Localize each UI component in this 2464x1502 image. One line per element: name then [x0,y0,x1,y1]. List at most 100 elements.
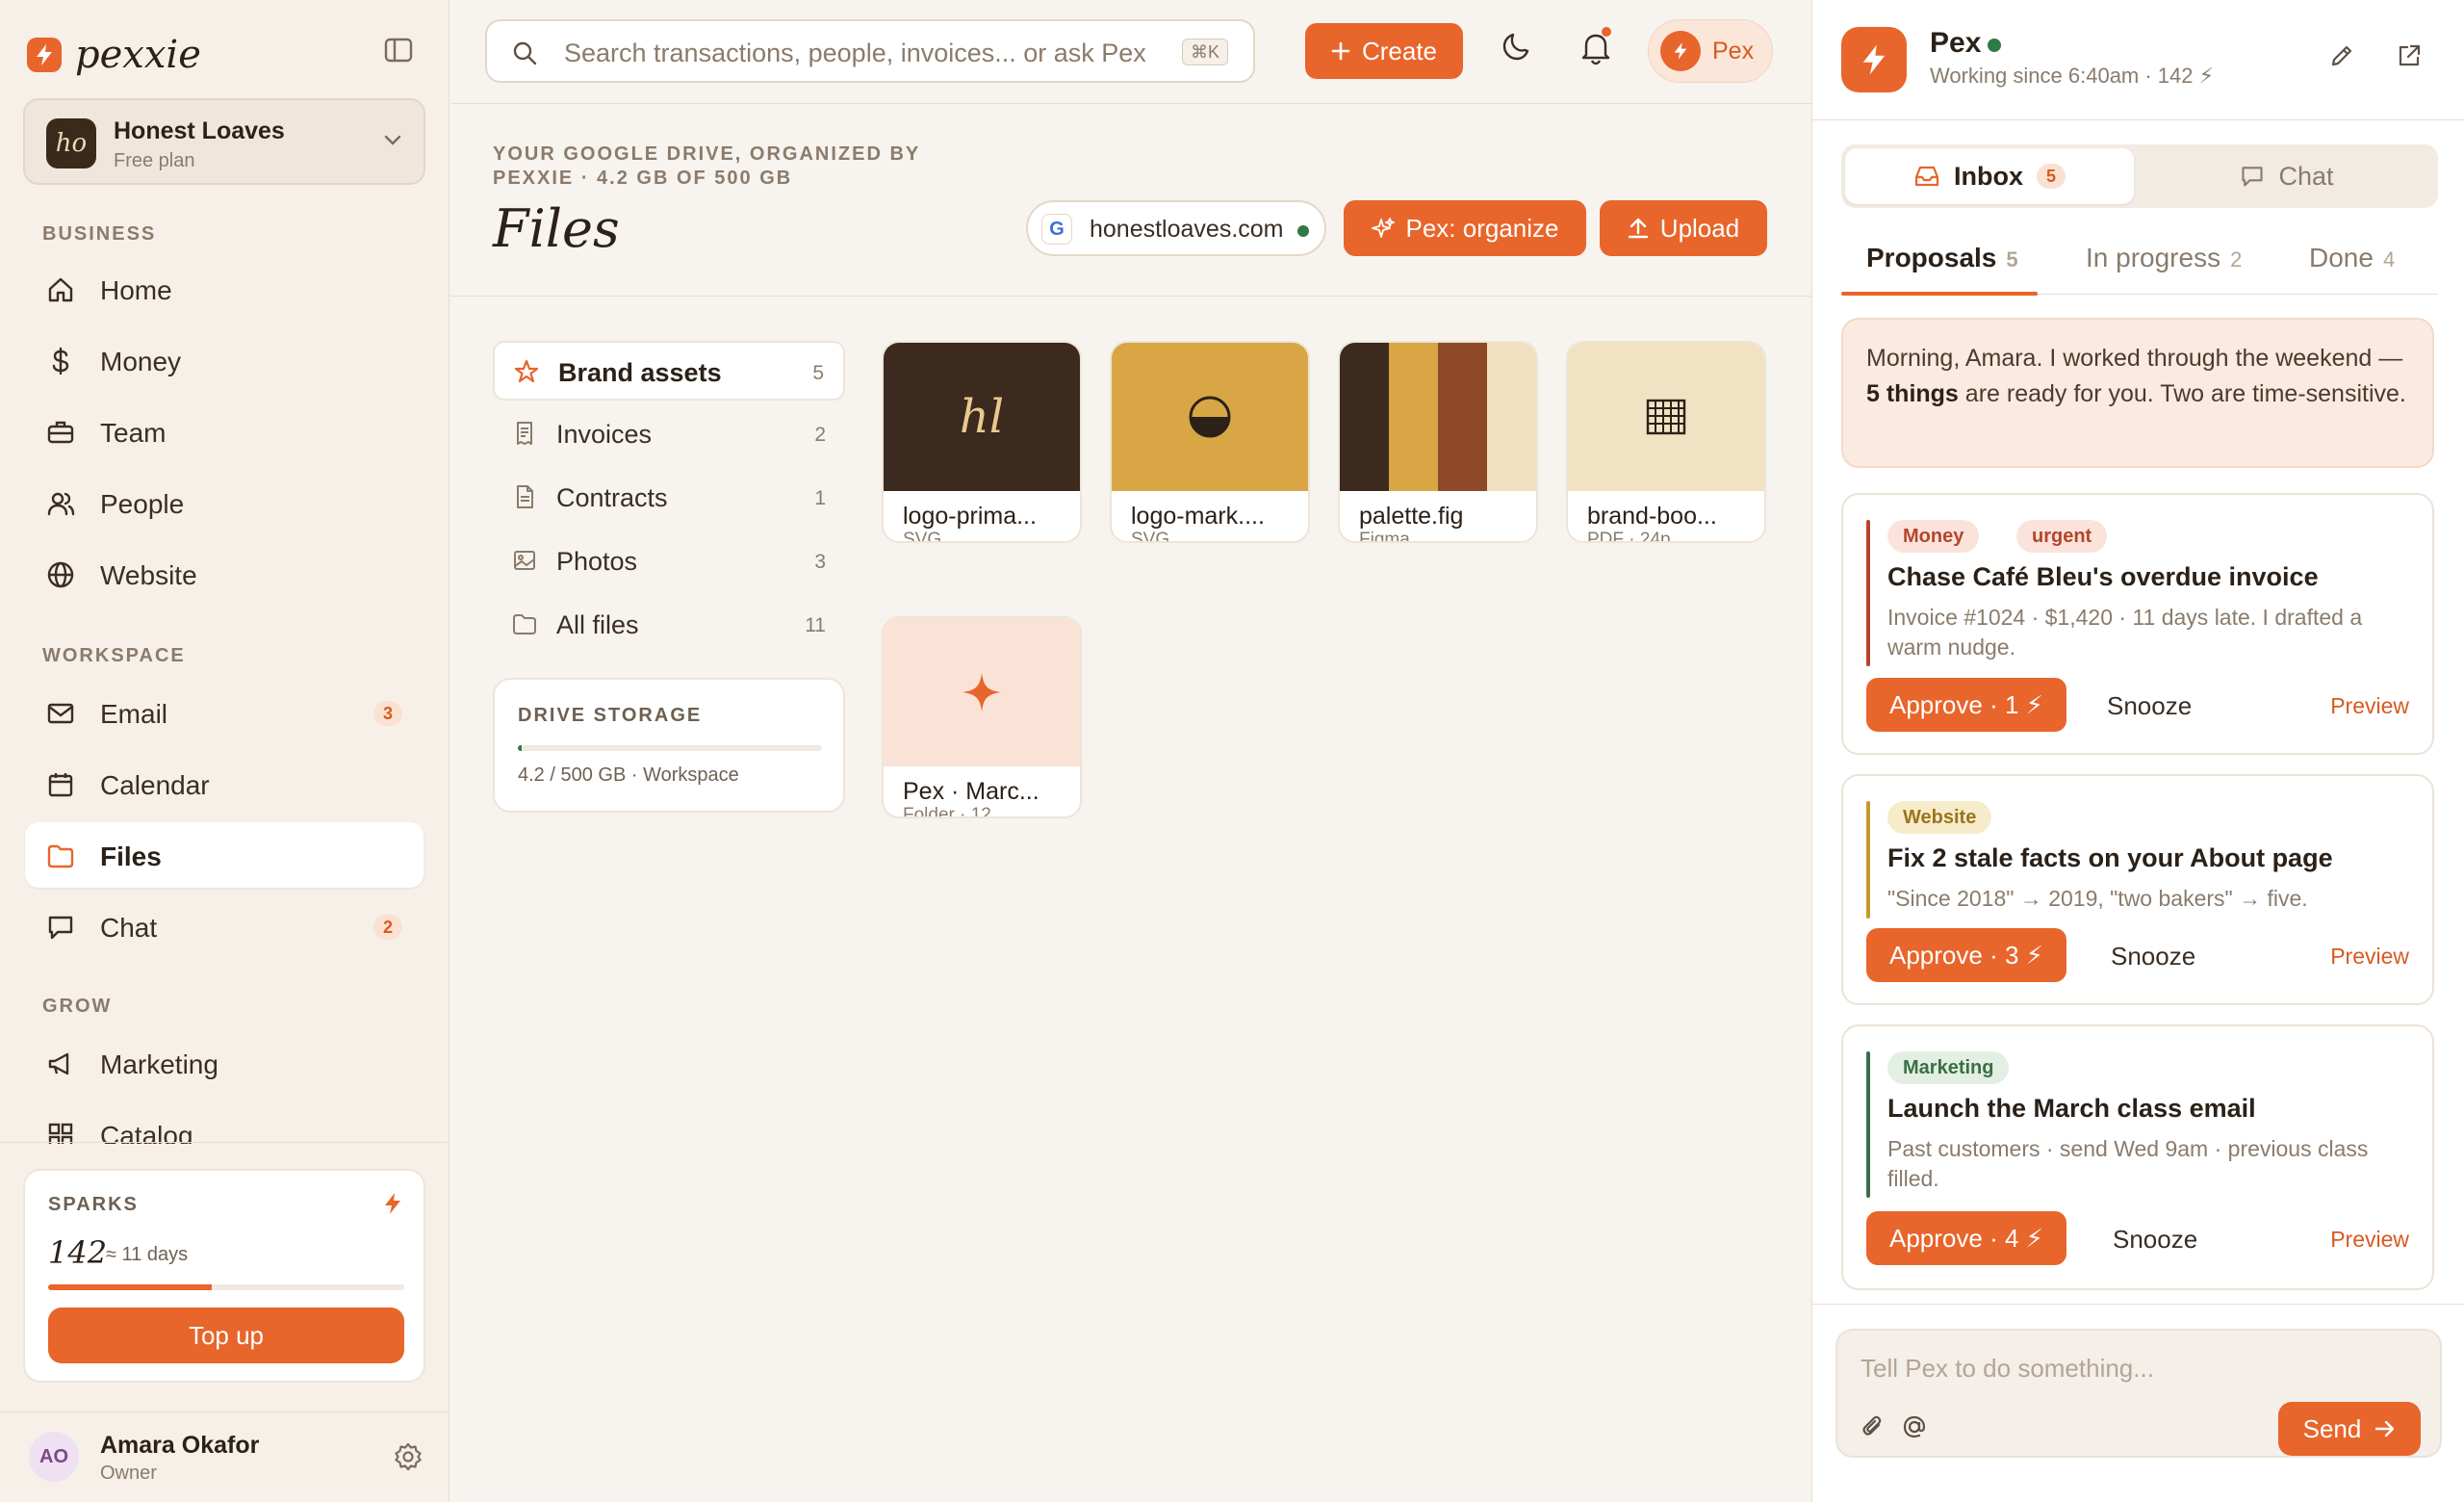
approve-button[interactable]: Approve · 4 ⚡ [1866,1211,2066,1265]
sidebar-item-label: Email [100,699,168,729]
sidebar-item-marketing[interactable]: Marketing [25,1030,424,1096]
file-thumbnail: hl [884,343,1080,491]
assistant-status: Working since 6:40am · 142 ⚡ [1930,64,2215,88]
subtab-proposals[interactable]: Proposals 5 [1866,243,2018,273]
drive-storage-card: DRIVE STORAGE 4.2 / 500 GB · Workspace [493,678,845,813]
sidebar-item-chat[interactable]: Chat 2 [25,893,424,959]
subtab-done[interactable]: Done 4 [2309,243,2395,273]
sidebar-item-website[interactable]: Website [25,541,424,607]
google-icon: G [1041,214,1072,245]
at-icon[interactable] [1901,1413,1928,1440]
folder-label: Brand assets [558,358,722,387]
greeting-text-end: are ready for you. Two are time-sensitiv… [1958,380,2406,407]
avatar: AO [29,1432,79,1482]
folder-label: All files [556,610,639,639]
preview-link[interactable]: Preview [2330,944,2409,970]
sidebar-item-label: Catalog [100,1121,193,1144]
drive-domain-chip[interactable]: G honestloaves.com [1026,200,1326,256]
gear-icon[interactable] [393,1441,424,1472]
pex-toggle-button[interactable]: Pex [1648,19,1773,83]
tab-inbox[interactable]: Inbox 5 [1845,148,2134,204]
palette-swatch [1389,343,1438,491]
user-profile[interactable]: AO Amara Okafor Owner [0,1411,449,1502]
preview-link[interactable]: Preview [2330,693,2409,719]
search-input[interactable]: Search transactions, people, invoices...… [485,19,1255,83]
send-button[interactable]: Send [2278,1402,2421,1456]
snooze-button[interactable]: Snooze [2113,1225,2197,1255]
palette-swatch [1487,343,1536,491]
user-role: Owner [100,1463,157,1484]
file-meta: SVG [1131,530,1170,543]
snooze-button[interactable]: Snooze [2111,942,2195,971]
sidebar-item-calendar[interactable]: Calendar [25,751,424,816]
snooze-button[interactable]: Snooze [2107,691,2192,721]
external-link-icon[interactable] [2396,42,2423,69]
proposal-card: Website Fix 2 stale facts on your About … [1841,774,2434,1005]
active-tab-indicator [1841,292,2038,296]
subtab-count: 2 [2230,247,2243,272]
folder-contracts[interactable]: Contracts 1 [493,468,845,528]
sidebar-item-email[interactable]: Email 3 [25,680,424,745]
subtab-in-progress[interactable]: In progress 2 [2086,243,2242,273]
connected-dot [1297,225,1309,237]
approve-button[interactable]: Approve · 3 ⚡ [1866,928,2066,982]
folder-brand-assets[interactable]: Brand assets 5 [493,341,845,401]
file-card-palette[interactable]: palette.fig Figma [1338,341,1538,543]
paperclip-icon[interactable] [1861,1413,1886,1440]
create-button[interactable]: Create [1305,23,1463,79]
file-meta: Folder · 12 [903,805,991,818]
folder-icon [46,842,75,870]
workspace-switcher[interactable]: ho Honest Loaves Free plan [23,98,425,185]
sidebar-item-home[interactable]: Home [25,256,424,322]
proposal-card: Money urgent Chase Café Bleu's overdue i… [1841,493,2434,755]
upload-icon [1628,218,1648,239]
tab-chat[interactable]: Chat [2140,148,2434,204]
chevron-down-icon [383,133,402,146]
chat-icon [2242,167,2264,187]
pex-command-input[interactable]: Tell Pex to do something... Send [1835,1329,2442,1458]
file-card-logo-mark[interactable]: logo-mark.... SVG [1110,341,1310,543]
file-card-pex-folder[interactable]: Pex · Marc... Folder · 12 [882,616,1082,818]
sidebar-item-people[interactable]: People [25,470,424,535]
app-logo[interactable]: pexxie [27,33,201,77]
tab-inbox-label: Inbox [1954,161,2023,191]
file-card-logo-primary[interactable]: hl logo-prima... SVG [882,341,1082,543]
file-meta: PDF · 24p [1587,530,1671,543]
notification-dot [1602,27,1611,37]
approve-button[interactable]: Approve · 1 ⚡ [1866,678,2066,732]
chat-icon [46,913,75,942]
sidebar-item-files[interactable]: Files [25,822,424,888]
file-name: logo-mark.... [1131,503,1265,530]
moon-icon[interactable] [1500,31,1532,64]
thumb-monogram: hl [959,390,1005,444]
organize-label: Pex: organize [1405,213,1559,243]
unread-badge: 3 [373,701,402,726]
sparks-progress-bar [48,1284,404,1290]
file-card-brand-book[interactable]: brand-boo... PDF · 24p [1566,341,1766,543]
sidebar-item-team[interactable]: Team [25,399,424,464]
grid-pattern-icon [1646,399,1686,435]
top-up-button[interactable]: Top up [48,1308,404,1363]
sparks-card: SPARKS 142 ≈ 11 days Top up [23,1169,425,1383]
files-eyebrow: YOUR GOOGLE DRIVE, ORGANIZED BY PEXXIE ·… [493,143,920,189]
palette-swatches [1340,343,1536,491]
proposal-accent [1866,801,1870,919]
bolt-icon [1660,31,1701,71]
folder-photos[interactable]: Photos 3 [493,531,845,591]
sidebar-item-catalog[interactable]: Catalog [25,1101,424,1144]
folder-count: 11 [805,614,826,636]
file-thumbnail [1568,343,1764,491]
sidebar-item-money[interactable]: Money [25,327,424,393]
storage-text: 4.2 / 500 GB · Workspace [518,764,739,786]
upload-button[interactable]: Upload [1600,200,1767,256]
preview-link[interactable]: Preview [2330,1227,2409,1253]
plus-icon [1331,41,1350,61]
pencil-icon[interactable] [2328,42,2355,69]
pex-organize-button[interactable]: Pex: organize [1344,200,1586,256]
divider [0,1142,449,1143]
sidebar-toggle-icon[interactable] [381,35,416,65]
sparks-count: 142 [48,1234,108,1271]
folder-all-files[interactable]: All files 11 [493,595,845,655]
sparkle-icon [962,673,1001,712]
folder-invoices[interactable]: Invoices 2 [493,404,845,464]
